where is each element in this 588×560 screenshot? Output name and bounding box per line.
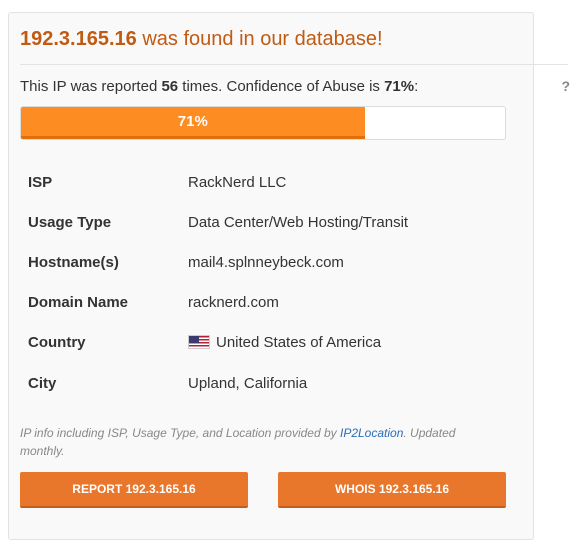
summary-suffix: : — [414, 78, 419, 95]
confidence-progress-fill: 71% — [21, 107, 365, 139]
page-title: 192.3.165.16 was found in our database! — [20, 28, 383, 51]
summary-prefix: This IP was reported — [20, 78, 162, 95]
country-label: Country — [28, 333, 86, 351]
domain-name-label: Domain Name — [28, 293, 129, 311]
note-text: IP info including ISP, Usage Type, and L… — [20, 426, 340, 440]
report-count: 56 — [161, 78, 179, 95]
ip-address: 192.3.165.16 — [20, 28, 137, 50]
city-label: City — [28, 374, 57, 392]
hostname-label: Hostname(s) — [28, 253, 119, 271]
isp-value: RackNerd LLC — [188, 173, 287, 191]
table-row: ISP RackNerd LLC — [20, 162, 408, 202]
country-value: United States of America — [216, 333, 382, 351]
report-ip-button[interactable]: REPORT 192.3.165.16 — [20, 472, 248, 508]
divider — [20, 64, 568, 65]
summary-middle: times. Confidence of Abuse is — [178, 78, 385, 95]
country-cell: United States of America — [188, 322, 408, 362]
whois-button[interactable]: WHOIS 192.3.165.16 — [278, 472, 506, 508]
hostname-value: mail4.splnneybeck.com — [188, 253, 344, 271]
us-flag-icon — [188, 334, 210, 349]
confidence-progress-bar: 71% — [20, 106, 506, 140]
confidence-value: 71% — [384, 78, 415, 95]
confidence-progress-label: 71% — [177, 113, 208, 130]
ip2location-link[interactable]: IP2Location — [340, 426, 403, 440]
found-text: was found in our database! — [136, 28, 383, 50]
table-row: Country United States of America — [20, 322, 408, 362]
table-row: City Upland, California — [20, 362, 408, 404]
table-row: Domain Name racknerd.com — [20, 282, 408, 322]
help-icon[interactable]: ? — [561, 78, 570, 94]
usage-type-value: Data Center/Web Hosting/Transit — [188, 213, 409, 231]
ip-details-table: ISP RackNerd LLC Usage Type Data Center/We… — [20, 162, 408, 404]
city-value: Upland, California — [188, 374, 308, 392]
data-source-note: IP info including ISP, Usage Type, and L… — [20, 424, 490, 460]
domain-name-value: racknerd.com — [188, 293, 279, 311]
usage-type-label: Usage Type — [28, 213, 112, 231]
isp-label: ISP — [28, 173, 53, 191]
table-row: Hostname(s) mail4.splnneybeck.com — [20, 242, 408, 282]
report-summary: This IP was reported 56 times. Confidenc… — [20, 78, 418, 95]
table-row: Usage Type Data Center/Web Hosting/Transi… — [20, 202, 408, 242]
